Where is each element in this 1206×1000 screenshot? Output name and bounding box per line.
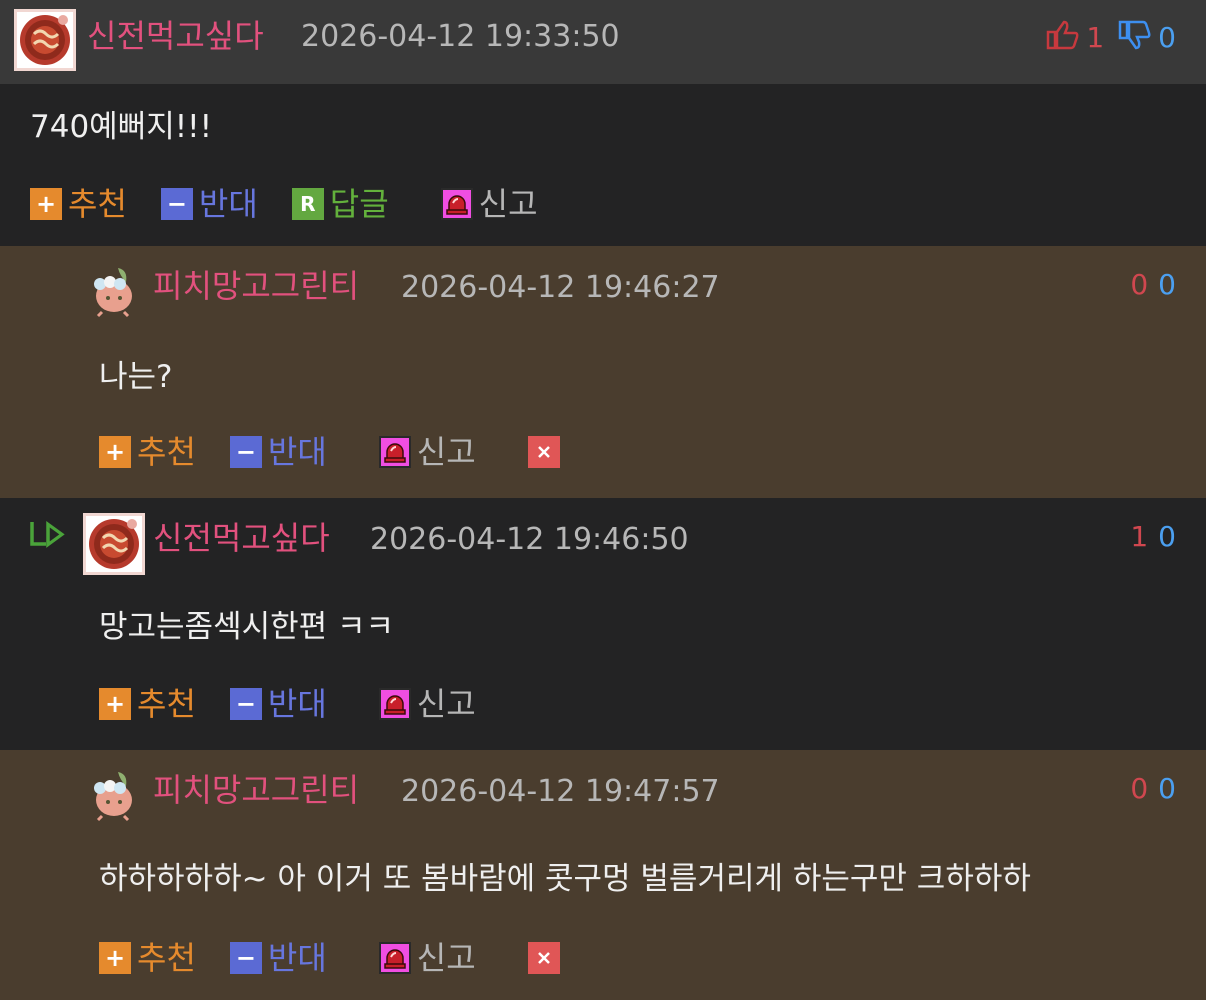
upvote-count: 0: [1130, 268, 1149, 301]
downvote-count: 0: [1158, 20, 1176, 54]
vote-counts: 0 0: [1130, 271, 1176, 299]
upvote-count: 0: [1130, 772, 1149, 805]
comment-actions: + 추천 − 반대 R 답글 신고: [30, 188, 572, 220]
comment-datetime: 2026-04-12 19:46:27: [401, 270, 720, 305]
delete-button[interactable]: [527, 942, 560, 974]
oppose-button[interactable]: − 반대: [229, 685, 327, 723]
comment-actions: + 추천 − 반대 신고: [99, 942, 560, 974]
recommend-label: 추천: [137, 433, 196, 471]
comment-item: 신전먹고싶다 2026-04-12 19:33:50 1 0 740예뻐지!!!…: [0, 0, 1206, 246]
thumbs-up-icon: [1046, 20, 1080, 55]
comment-datetime: 2026-04-12 19:47:57: [401, 774, 720, 809]
upvote-count: 1: [1130, 520, 1149, 553]
recommend-button[interactable]: + 추천: [99, 688, 196, 720]
minus-icon: −: [160, 188, 193, 220]
oppose-label: 반대: [267, 685, 327, 723]
reply-button[interactable]: R 답글: [291, 185, 389, 223]
oppose-label: 반대: [198, 185, 258, 223]
vote-counts: 0 0: [1130, 775, 1176, 803]
comment-text: 망고는좀섹시한편 ㅋㅋ: [99, 609, 395, 645]
downvote-count: 0: [1158, 268, 1176, 301]
report-label: 신고: [416, 433, 476, 471]
reply-label: 답글: [329, 185, 389, 223]
vote-counts: 1 0: [1046, 20, 1176, 55]
recommend-button[interactable]: + 추천: [99, 436, 196, 468]
vote-counts: 1 0: [1130, 523, 1176, 551]
plus-icon: +: [99, 942, 131, 974]
comment-item: 피치망고그린티 2026-04-12 19:46:27 0 0 나는? + 추천…: [0, 246, 1206, 498]
comment-actions: + 추천 − 반대 신고: [99, 688, 510, 720]
oppose-button[interactable]: − 반대: [160, 185, 258, 223]
siren-icon: [440, 188, 473, 220]
nickname[interactable]: 피치망고그린티: [153, 270, 359, 302]
avatar[interactable]: [88, 766, 144, 822]
downvote-count: 0: [1158, 772, 1176, 805]
nickname[interactable]: 신전먹고싶다: [87, 20, 264, 52]
recommend-button[interactable]: + 추천: [99, 942, 196, 974]
reply-icon: R: [291, 188, 324, 220]
comment-text: 하하하하하~ 아 이거 또 봄바람에 콧구멍 벌름거리게 하는구만 크하하하: [99, 861, 1031, 897]
reply-arrow-icon: [28, 520, 68, 560]
report-label: 신고: [416, 939, 476, 977]
comment-actions: + 추천 − 반대 신고: [99, 436, 560, 468]
recommend-label: 추천: [137, 939, 196, 977]
oppose-button[interactable]: − 반대: [229, 433, 327, 471]
minus-icon: −: [229, 688, 262, 720]
comment-datetime: 2026-04-12 19:33:50: [301, 19, 620, 54]
upvote-count: 1: [1086, 20, 1105, 54]
oppose-label: 반대: [267, 433, 327, 471]
siren-icon: [378, 688, 411, 720]
report-button[interactable]: 신고: [440, 185, 538, 223]
close-icon: [537, 952, 550, 964]
report-label: 신고: [416, 685, 476, 723]
recommend-label: 추천: [137, 685, 196, 723]
siren-icon: [378, 436, 411, 468]
plus-icon: +: [99, 436, 131, 468]
comment-item: 피치망고그린티 2026-04-12 19:47:57 0 0 하하하하하~ 아…: [0, 750, 1206, 1000]
oppose-label: 반대: [267, 939, 327, 977]
downvote-count: 0: [1158, 520, 1176, 553]
comment-text: 740예뻐지!!!: [30, 109, 213, 145]
comment-text: 나는?: [99, 359, 173, 395]
comment-header: 신전먹고싶다 2026-04-12 19:33:50 1 0: [0, 0, 1206, 84]
report-label: 신고: [478, 185, 538, 223]
delete-button[interactable]: [527, 436, 560, 468]
close-icon: [537, 446, 550, 458]
plus-icon: +: [99, 688, 131, 720]
recommend-button[interactable]: + 추천: [30, 188, 127, 220]
report-button[interactable]: 신고: [378, 939, 476, 977]
recommend-label: 추천: [68, 185, 127, 223]
plus-icon: +: [30, 188, 62, 220]
report-button[interactable]: 신고: [378, 685, 476, 723]
nickname[interactable]: 신전먹고싶다: [153, 522, 330, 554]
thumbs-down-icon: [1118, 20, 1152, 55]
comment-datetime: 2026-04-12 19:46:50: [370, 522, 689, 557]
oppose-button[interactable]: − 반대: [229, 939, 327, 977]
minus-icon: −: [229, 942, 262, 974]
avatar[interactable]: [14, 9, 76, 71]
comment-item: 신전먹고싶다 2026-04-12 19:46:50 1 0 망고는좀섹시한편 …: [0, 498, 1206, 750]
avatar[interactable]: [88, 262, 144, 318]
siren-icon: [378, 942, 411, 974]
report-button[interactable]: 신고: [378, 433, 476, 471]
nickname[interactable]: 피치망고그린티: [153, 774, 359, 806]
avatar[interactable]: [83, 513, 145, 575]
minus-icon: −: [229, 436, 262, 468]
